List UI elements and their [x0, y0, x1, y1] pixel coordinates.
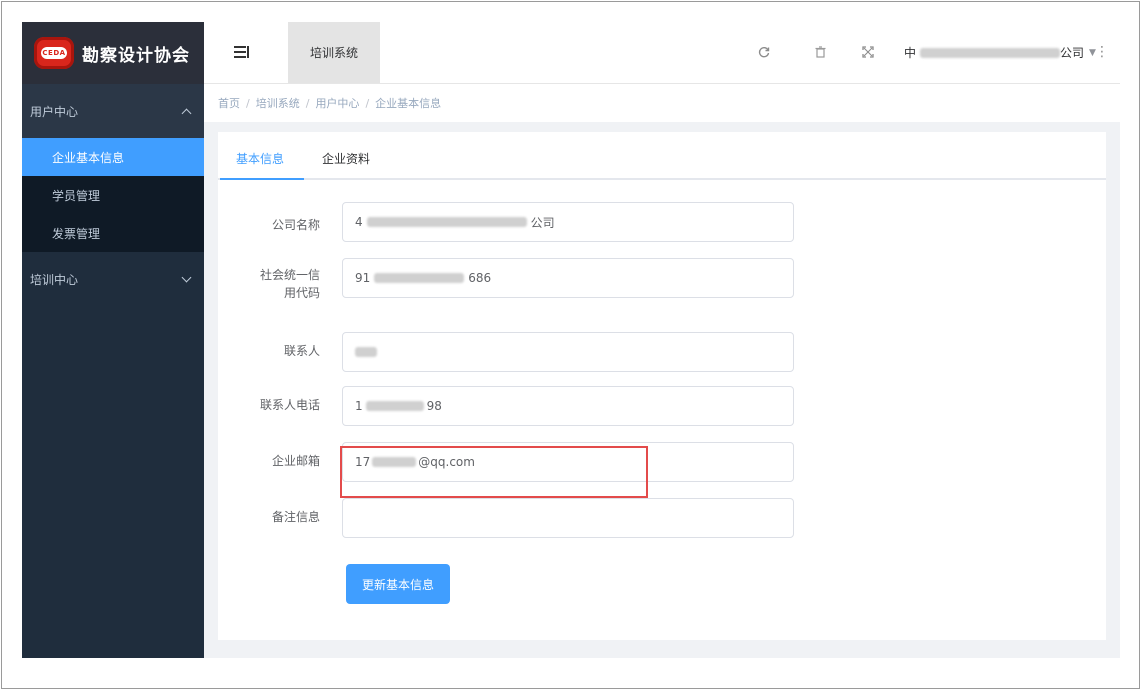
- form-row-remarks: 备注信息: [218, 508, 332, 526]
- contact-phone-label: 联系人电话: [259, 398, 320, 412]
- form-row-contact: 联系人: [218, 342, 332, 360]
- company-name-suffix: 公司: [530, 215, 555, 230]
- breadcrumb-current: 企业基本信息: [375, 97, 442, 110]
- redacted-phone: [365, 401, 424, 411]
- more-icon[interactable]: ⋮: [1095, 40, 1109, 64]
- email-label: 企业邮箱: [271, 454, 320, 468]
- ceda-logo-icon: CEDA: [34, 37, 74, 69]
- redacted-user-name: [920, 47, 1061, 58]
- breadcrumb-separator: /: [246, 96, 250, 110]
- company-name-label: 公司名称: [271, 218, 320, 232]
- sidebar-group-training-center[interactable]: 培训中心: [22, 252, 204, 306]
- sidebar-item-label: 企业基本信息: [52, 150, 125, 165]
- redacted-company-name: [366, 217, 527, 227]
- contact-label: 联系人: [283, 344, 320, 358]
- sidebar-group-user-center[interactable]: 用户中心: [22, 84, 204, 138]
- form-row-contact-phone: 联系人电话: [218, 396, 332, 414]
- brand-name: 勘察设计协会: [82, 45, 190, 66]
- top-header: 培训系统 中 公司 ▼ ⋮: [204, 22, 1120, 84]
- sidebar-item-invoice-management[interactable]: 发票管理: [22, 214, 204, 252]
- screenshot-frame: CEDA 勘察设计协会 用户中心 企业基本信息 学员管理 发票管理 培训中心 培…: [1, 1, 1140, 689]
- form-row-email: 企业邮箱: [218, 452, 332, 470]
- app-window: CEDA 勘察设计协会 用户中心 企业基本信息 学员管理 发票管理 培训中心 培…: [22, 22, 1120, 658]
- credit-code-label-line2: 用代码: [283, 286, 320, 300]
- redacted-contact-name: [355, 347, 377, 357]
- sidebar: CEDA 勘察设计协会 用户中心 企业基本信息 学员管理 发票管理 培训中心: [22, 22, 204, 658]
- tab-label: 培训系统: [309, 46, 358, 60]
- phone-prefix: 1: [355, 399, 363, 413]
- sidebar-group-label: 培训中心: [30, 272, 79, 287]
- hamburger-icon[interactable]: [234, 46, 250, 58]
- sidebar-group-label: 用户中心: [30, 104, 79, 119]
- redacted-credit-code: [374, 273, 465, 283]
- sidebar-item-label: 学员管理: [52, 188, 101, 203]
- sidebar-item-label: 发票管理: [52, 226, 101, 241]
- tab-bar: 基本信息 企业资料: [218, 132, 1106, 180]
- breadcrumb-separator: /: [365, 96, 370, 110]
- breadcrumb-user-center[interactable]: 用户中心: [315, 95, 359, 111]
- chevron-down-icon: [181, 272, 192, 282]
- sidebar-item-student-management[interactable]: 学员管理: [22, 176, 204, 214]
- active-tab-indicator: [220, 178, 304, 180]
- update-basic-info-button[interactable]: 更新基本信息: [346, 564, 450, 604]
- chevron-up-icon: [181, 108, 192, 118]
- credit-code-label: 社会统一信 用代码: [218, 266, 332, 302]
- breadcrumb-separator: /: [305, 96, 310, 110]
- breadcrumb-home[interactable]: 首页: [218, 95, 240, 111]
- company-name-input[interactable]: 4 公司: [342, 202, 794, 242]
- user-name-prefix: 中: [904, 46, 917, 60]
- tab-company-documents[interactable]: 企业资料: [322, 150, 370, 167]
- remarks-label: 备注信息: [271, 510, 320, 524]
- submenu-user-center: 企业基本信息 学员管理 发票管理: [22, 138, 204, 252]
- refresh-icon[interactable]: [752, 40, 776, 64]
- remarks-input[interactable]: [342, 498, 794, 538]
- credit-code-label-line1: 社会统一信: [259, 268, 320, 282]
- credit-code-input[interactable]: 91 686: [342, 258, 794, 298]
- trash-icon[interactable]: [808, 40, 832, 64]
- credit-code-prefix: 91: [355, 271, 371, 285]
- company-name-prefix: 4: [355, 215, 363, 229]
- user-menu[interactable]: 中 公司 ▼: [904, 22, 1096, 83]
- tab-basic-info[interactable]: 基本信息: [236, 150, 284, 167]
- breadcrumb: 首页 / 培训系统 / 用户中心 / 企业基本信息: [204, 84, 1120, 122]
- form-row-credit-code: 社会统一信 用代码: [218, 266, 332, 302]
- contact-input[interactable]: [342, 332, 794, 372]
- user-name-suffix: 公司: [1060, 46, 1085, 60]
- logo-text: CEDA: [41, 47, 67, 59]
- remarks-field[interactable]: [355, 511, 793, 525]
- sidebar-item-company-info[interactable]: 企业基本信息: [22, 138, 204, 176]
- email-highlight-box: [340, 446, 648, 498]
- phone-suffix: 98: [426, 399, 442, 413]
- fullscreen-icon[interactable]: [856, 40, 880, 64]
- contact-phone-input[interactable]: 1 98: [342, 386, 794, 426]
- content-card: 基本信息 企业资料 公司名称 4 公司 社会统一信 用代码 91 686 联系人…: [218, 132, 1106, 640]
- brand: CEDA 勘察设计协会: [22, 22, 204, 84]
- breadcrumb-training-system[interactable]: 培训系统: [256, 95, 300, 111]
- form-row-company-name: 公司名称: [218, 214, 332, 234]
- credit-code-suffix: 686: [468, 271, 492, 285]
- tab-training-system[interactable]: 培训系统: [288, 22, 380, 83]
